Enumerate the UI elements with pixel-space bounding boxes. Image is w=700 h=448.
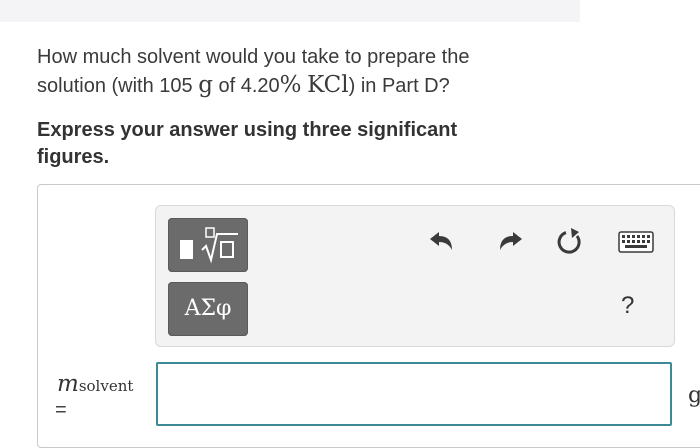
keyboard-button[interactable]	[616, 226, 656, 258]
unit-label: g	[688, 383, 700, 408]
instruction-text: Express your answer using three signific…	[37, 117, 557, 171]
instruction-line-1: Express your answer using three signific…	[37, 119, 458, 141]
undo-button[interactable]	[426, 226, 458, 258]
variable-symbol: m	[57, 371, 79, 397]
question-line-1: How much solvent would you take to prepa…	[37, 46, 470, 68]
equals-sign: =	[55, 399, 67, 421]
instruction-line-2: figures.	[37, 146, 110, 168]
top-strip	[0, 0, 580, 22]
reset-button[interactable]	[554, 226, 586, 258]
help-button[interactable]: ?	[621, 292, 634, 320]
kcl-formula: KCl	[307, 72, 349, 98]
answer-input[interactable]	[156, 362, 672, 426]
question-line-2: solution (with 105 g of 4.20% KCl) in Pa…	[37, 71, 557, 100]
math-toolbar: ΑΣφ ?	[155, 205, 675, 347]
grams-unit: g	[198, 72, 213, 98]
percent-sign: %	[279, 72, 302, 98]
question-text-prefix: solution (with 105	[37, 75, 199, 97]
redo-icon	[500, 232, 522, 250]
symbols-button[interactable]: ΑΣφ	[168, 282, 248, 336]
undo-icon	[430, 232, 452, 250]
templates-icon	[180, 227, 238, 264]
keyboard-icon	[618, 231, 654, 253]
templates-button[interactable]	[168, 218, 248, 272]
variable-label: msolvent	[57, 371, 133, 397]
question-text: How much solvent would you take to prepa…	[37, 43, 557, 100]
question-text-mid: of 4.20	[212, 75, 280, 97]
redo-button[interactable]	[494, 226, 526, 258]
variable-subscript: solvent	[78, 377, 134, 395]
question-text-suffix: ) in Part D?	[348, 75, 450, 97]
reset-icon	[557, 228, 581, 254]
